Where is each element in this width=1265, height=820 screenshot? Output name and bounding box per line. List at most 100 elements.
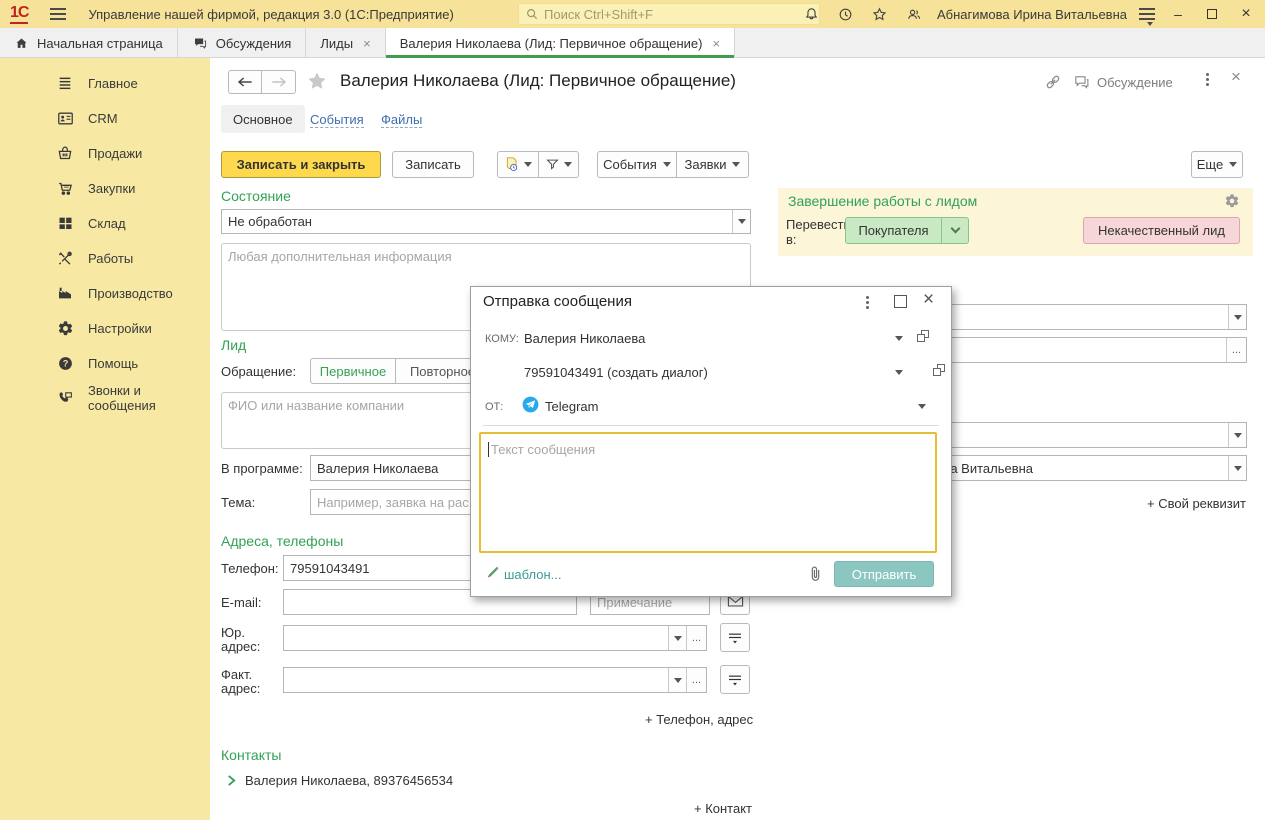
dialog-close-icon[interactable]: × [923,289,934,311]
open-recipient-icon[interactable] [917,330,929,342]
state-dropdown-button[interactable] [732,210,750,233]
channel-dropdown-icon[interactable] [895,370,903,375]
button-label: Заявки [685,157,727,172]
sidebar-item-warehouse[interactable]: Склад [0,206,210,240]
contact-row[interactable]: Валерия Николаева, 89376456534 [245,773,453,788]
create-based-on-button[interactable] [497,151,539,178]
message-textarea[interactable]: Текст сообщения [479,432,937,553]
sidebar-item-production[interactable]: Производство [0,276,210,310]
copy-link-icon[interactable] [1044,73,1062,91]
expand-contact-chevron-icon[interactable] [226,774,237,787]
from-dropdown-icon[interactable] [918,404,926,409]
buyer-dropdown-button[interactable] [942,217,969,244]
state-select[interactable]: Не обработан [221,209,751,234]
to-dropdown-icon[interactable] [895,336,903,341]
close-window-button[interactable]: × [1235,5,1257,23]
sidebar-item-label: Закупки [88,181,135,196]
dropdown-button[interactable] [668,668,686,692]
more-button[interactable]: Еще [1191,151,1243,178]
add-phone-address-link[interactable]: + Телефон, адрес [645,712,753,727]
dropdown-button[interactable] [1228,305,1246,329]
minimize-button[interactable]: – [1167,6,1189,22]
dialog-channel-value[interactable]: 79591043491 (создать диалог) [524,365,708,380]
dropdown-button[interactable] [1228,423,1246,447]
discussion-link[interactable]: Обсуждение [1097,75,1173,90]
warehouse-icon [55,213,75,233]
tab-discussions[interactable]: Обсуждения [178,28,307,58]
maximize-button[interactable] [1201,6,1223,22]
current-user-name[interactable]: Абнагимова Ирина Витальевна [937,7,1127,22]
global-search-input[interactable]: Поиск Ctrl+Shift+F [518,3,820,25]
open-channel-icon[interactable] [933,364,945,376]
history-icon[interactable] [835,3,857,25]
dialog-menu-kebab-icon[interactable] [866,296,869,309]
discussion-icon[interactable] [1072,74,1091,91]
sidebar-item-purchases[interactable]: Закупки [0,171,210,205]
tab-lead-card[interactable]: Валерия Николаева (Лид: Первичное обраще… [386,28,735,58]
chevron-down-icon [564,162,572,167]
add-contact-link[interactable]: + Контакт [694,801,752,816]
from-value[interactable]: Telegram [545,399,598,414]
favorite-star-icon[interactable] [305,69,329,93]
transfer-to-buyer-button[interactable]: Покупателя [845,217,942,244]
tab-home[interactable]: Начальная страница [0,28,178,58]
sidebar-item-main[interactable]: Главное [0,66,210,100]
state-value: Не обработан [222,210,732,233]
to-value[interactable]: Валерия Николаева [524,331,645,346]
notifications-bell-icon[interactable] [801,3,823,25]
forward-button[interactable] [262,70,296,94]
events-menu-button[interactable]: События [597,151,677,178]
add-custom-attribute-link[interactable]: + Свой реквизит [1147,496,1246,511]
help-icon: ? [55,353,75,373]
save-button[interactable]: Записать [392,151,474,178]
filter-button[interactable] [539,151,579,178]
choose-button[interactable]: ... [686,626,706,650]
sidebar-item-help[interactable]: ? Помощь [0,346,210,380]
tab-main[interactable]: Основное [221,105,305,133]
service-menu-icon[interactable] [1139,8,1155,20]
send-button[interactable]: Отправить [834,561,934,587]
tab-label: Основное [233,112,293,127]
close-tab-icon[interactable]: × [363,36,371,51]
dropdown-button[interactable] [668,626,686,650]
sidebar-item-crm[interactable]: CRM [0,101,210,135]
cart-icon [55,178,75,198]
panel-gear-icon[interactable] [1224,193,1240,209]
tab-leads[interactable]: Лиды × [306,28,385,58]
back-button[interactable] [228,70,262,94]
users-icon[interactable] [903,3,925,25]
page-menu-kebab-icon[interactable] [1206,73,1209,86]
bad-lead-button[interactable]: Некачественный лид [1083,217,1240,244]
dialog-maximize-icon[interactable] [894,295,907,308]
choose-button[interactable]: ... [1226,338,1246,362]
requests-menu-button[interactable]: Заявки [677,151,749,178]
favorites-star-icon[interactable] [869,3,891,25]
sidebar-item-works[interactable]: Работы [0,241,210,275]
tab-events[interactable]: События [310,112,364,128]
address-lines-icon [727,630,743,645]
sidebar-item-sales[interactable]: Продажи [0,136,210,170]
tab-files[interactable]: Файлы [381,112,422,128]
actual-address-field[interactable]: ... [283,667,707,693]
chevron-down-icon [950,224,960,234]
app-title: Управление нашей фирмой, редакция 3.0 (1… [88,7,453,22]
appeal-primary-toggle[interactable]: Первичное [310,358,396,384]
main-menu-icon[interactable] [50,8,66,20]
save-and-close-button[interactable]: Записать и закрыть [221,151,381,178]
legal-address-levels-button[interactable] [720,623,750,652]
actual-address-levels-button[interactable] [720,665,750,694]
tab-label: Начальная страница [37,36,163,51]
choose-button[interactable]: ... [686,668,706,692]
page-title: Валерия Николаева (Лид: Первичное обраще… [340,71,736,91]
sidebar-item-calls-messages[interactable]: Звонки и сообщения [0,381,210,415]
legal-address-field[interactable]: ... [283,625,707,651]
close-page-icon[interactable]: × [1231,67,1241,87]
field-value [284,668,668,692]
dropdown-button[interactable] [1228,456,1246,480]
close-tab-icon[interactable]: × [712,36,720,51]
chevron-down-icon [663,162,671,167]
template-link[interactable]: шаблон... [504,567,562,582]
sidebar-item-settings[interactable]: Настройки [0,311,210,345]
attach-paperclip-icon[interactable] [807,564,824,583]
home-icon [14,36,29,51]
